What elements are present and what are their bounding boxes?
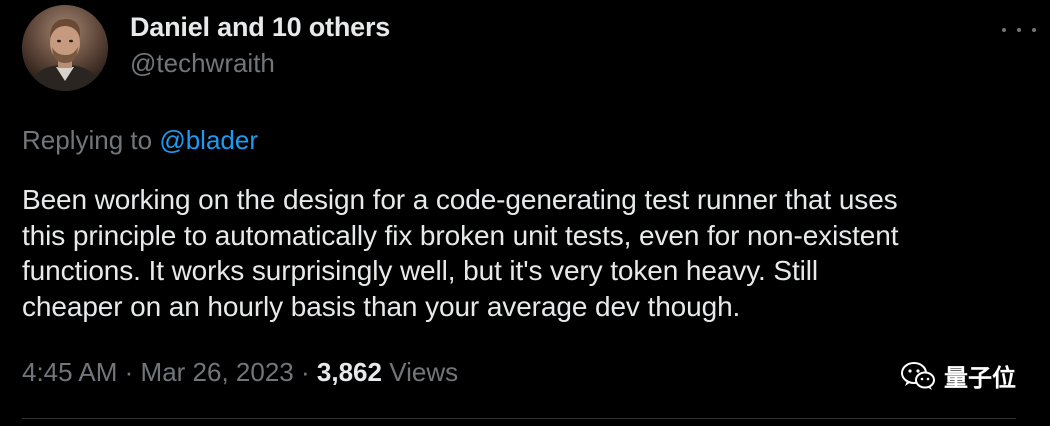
meta-separator: · — [124, 357, 134, 387]
more-dot — [1017, 28, 1021, 32]
tweet: Daniel and 10 others @techwraith Replyin… — [0, 0, 1050, 426]
author-handle[interactable]: @techwraith — [130, 46, 390, 80]
views-count: 3,862 — [316, 357, 382, 387]
author-display-name[interactable]: Daniel and 10 others — [130, 10, 390, 44]
replying-to: Replying to @blader — [22, 123, 258, 157]
tweet-text-line: cheaper on an hourly basis than your ave… — [22, 290, 741, 322]
watermark: 量子位 — [900, 358, 1016, 393]
meta-separator: · — [301, 357, 310, 387]
tweet-date[interactable]: Mar 26, 2023 — [141, 357, 294, 387]
more-dot — [1032, 28, 1036, 32]
author-names: Daniel and 10 others @techwraith — [130, 10, 390, 80]
watermark-text: 量子位 — [944, 364, 1016, 392]
more-dot — [1002, 28, 1006, 32]
tweet-meta: 4:45 AM · Mar 26, 2023 · 3,862 Views — [22, 355, 458, 389]
tweet-text-line: this principle to automatically fix brok… — [22, 219, 899, 251]
tweet-text-line: Been working on the design for a code-ge… — [22, 184, 898, 215]
replying-prefix: Replying to — [22, 125, 153, 155]
tweet-text: Been working on the design for a code-ge… — [22, 182, 1032, 324]
tweet-text-line: functions. It works surprisingly well, b… — [22, 255, 819, 286]
avatar-portrait-icon — [22, 5, 108, 91]
views-label: Views — [389, 357, 459, 387]
replying-mention-link[interactable]: @blader — [159, 125, 258, 155]
tweet-time[interactable]: 4:45 AM — [22, 357, 117, 387]
avatar[interactable] — [22, 5, 108, 91]
more-horizontal-icon[interactable] — [1002, 18, 1036, 42]
wechat-icon — [901, 361, 935, 390]
divider — [22, 418, 1016, 419]
